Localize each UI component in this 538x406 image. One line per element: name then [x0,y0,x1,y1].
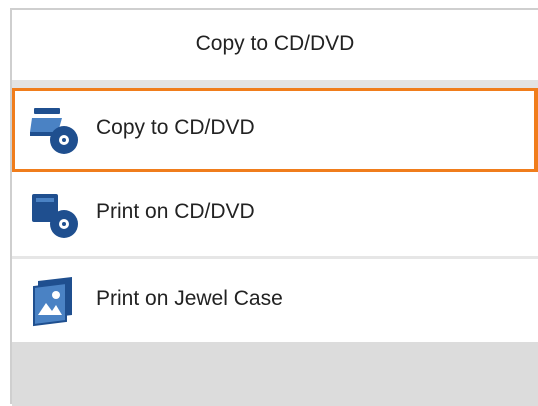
menu-item-print-on-jewel-case[interactable]: Print on Jewel Case [12,259,538,342]
menu-item-copy-to-cd-dvd[interactable]: Copy to CD/DVD [12,88,538,172]
menu-item-label: Copy to CD/DVD [96,116,255,139]
screen-title: Copy to CD/DVD [195,32,355,55]
printer-to-disc-icon [28,188,80,240]
header-divider [12,80,538,88]
screen-header: Copy to CD/DVD [12,10,538,80]
menu-item-label: Print on CD/DVD [96,200,255,223]
menu-item-print-on-cd-dvd[interactable]: Print on CD/DVD [12,172,538,256]
footer-bar [12,342,538,406]
menu-item-label: Print on Jewel Case [96,287,283,310]
copy-to-cd-dvd-screen: Copy to CD/DVD Copy to CD/DVD Print on C… [10,8,538,406]
jewel-case-icon [28,275,80,327]
scanner-to-disc-icon [28,104,80,156]
